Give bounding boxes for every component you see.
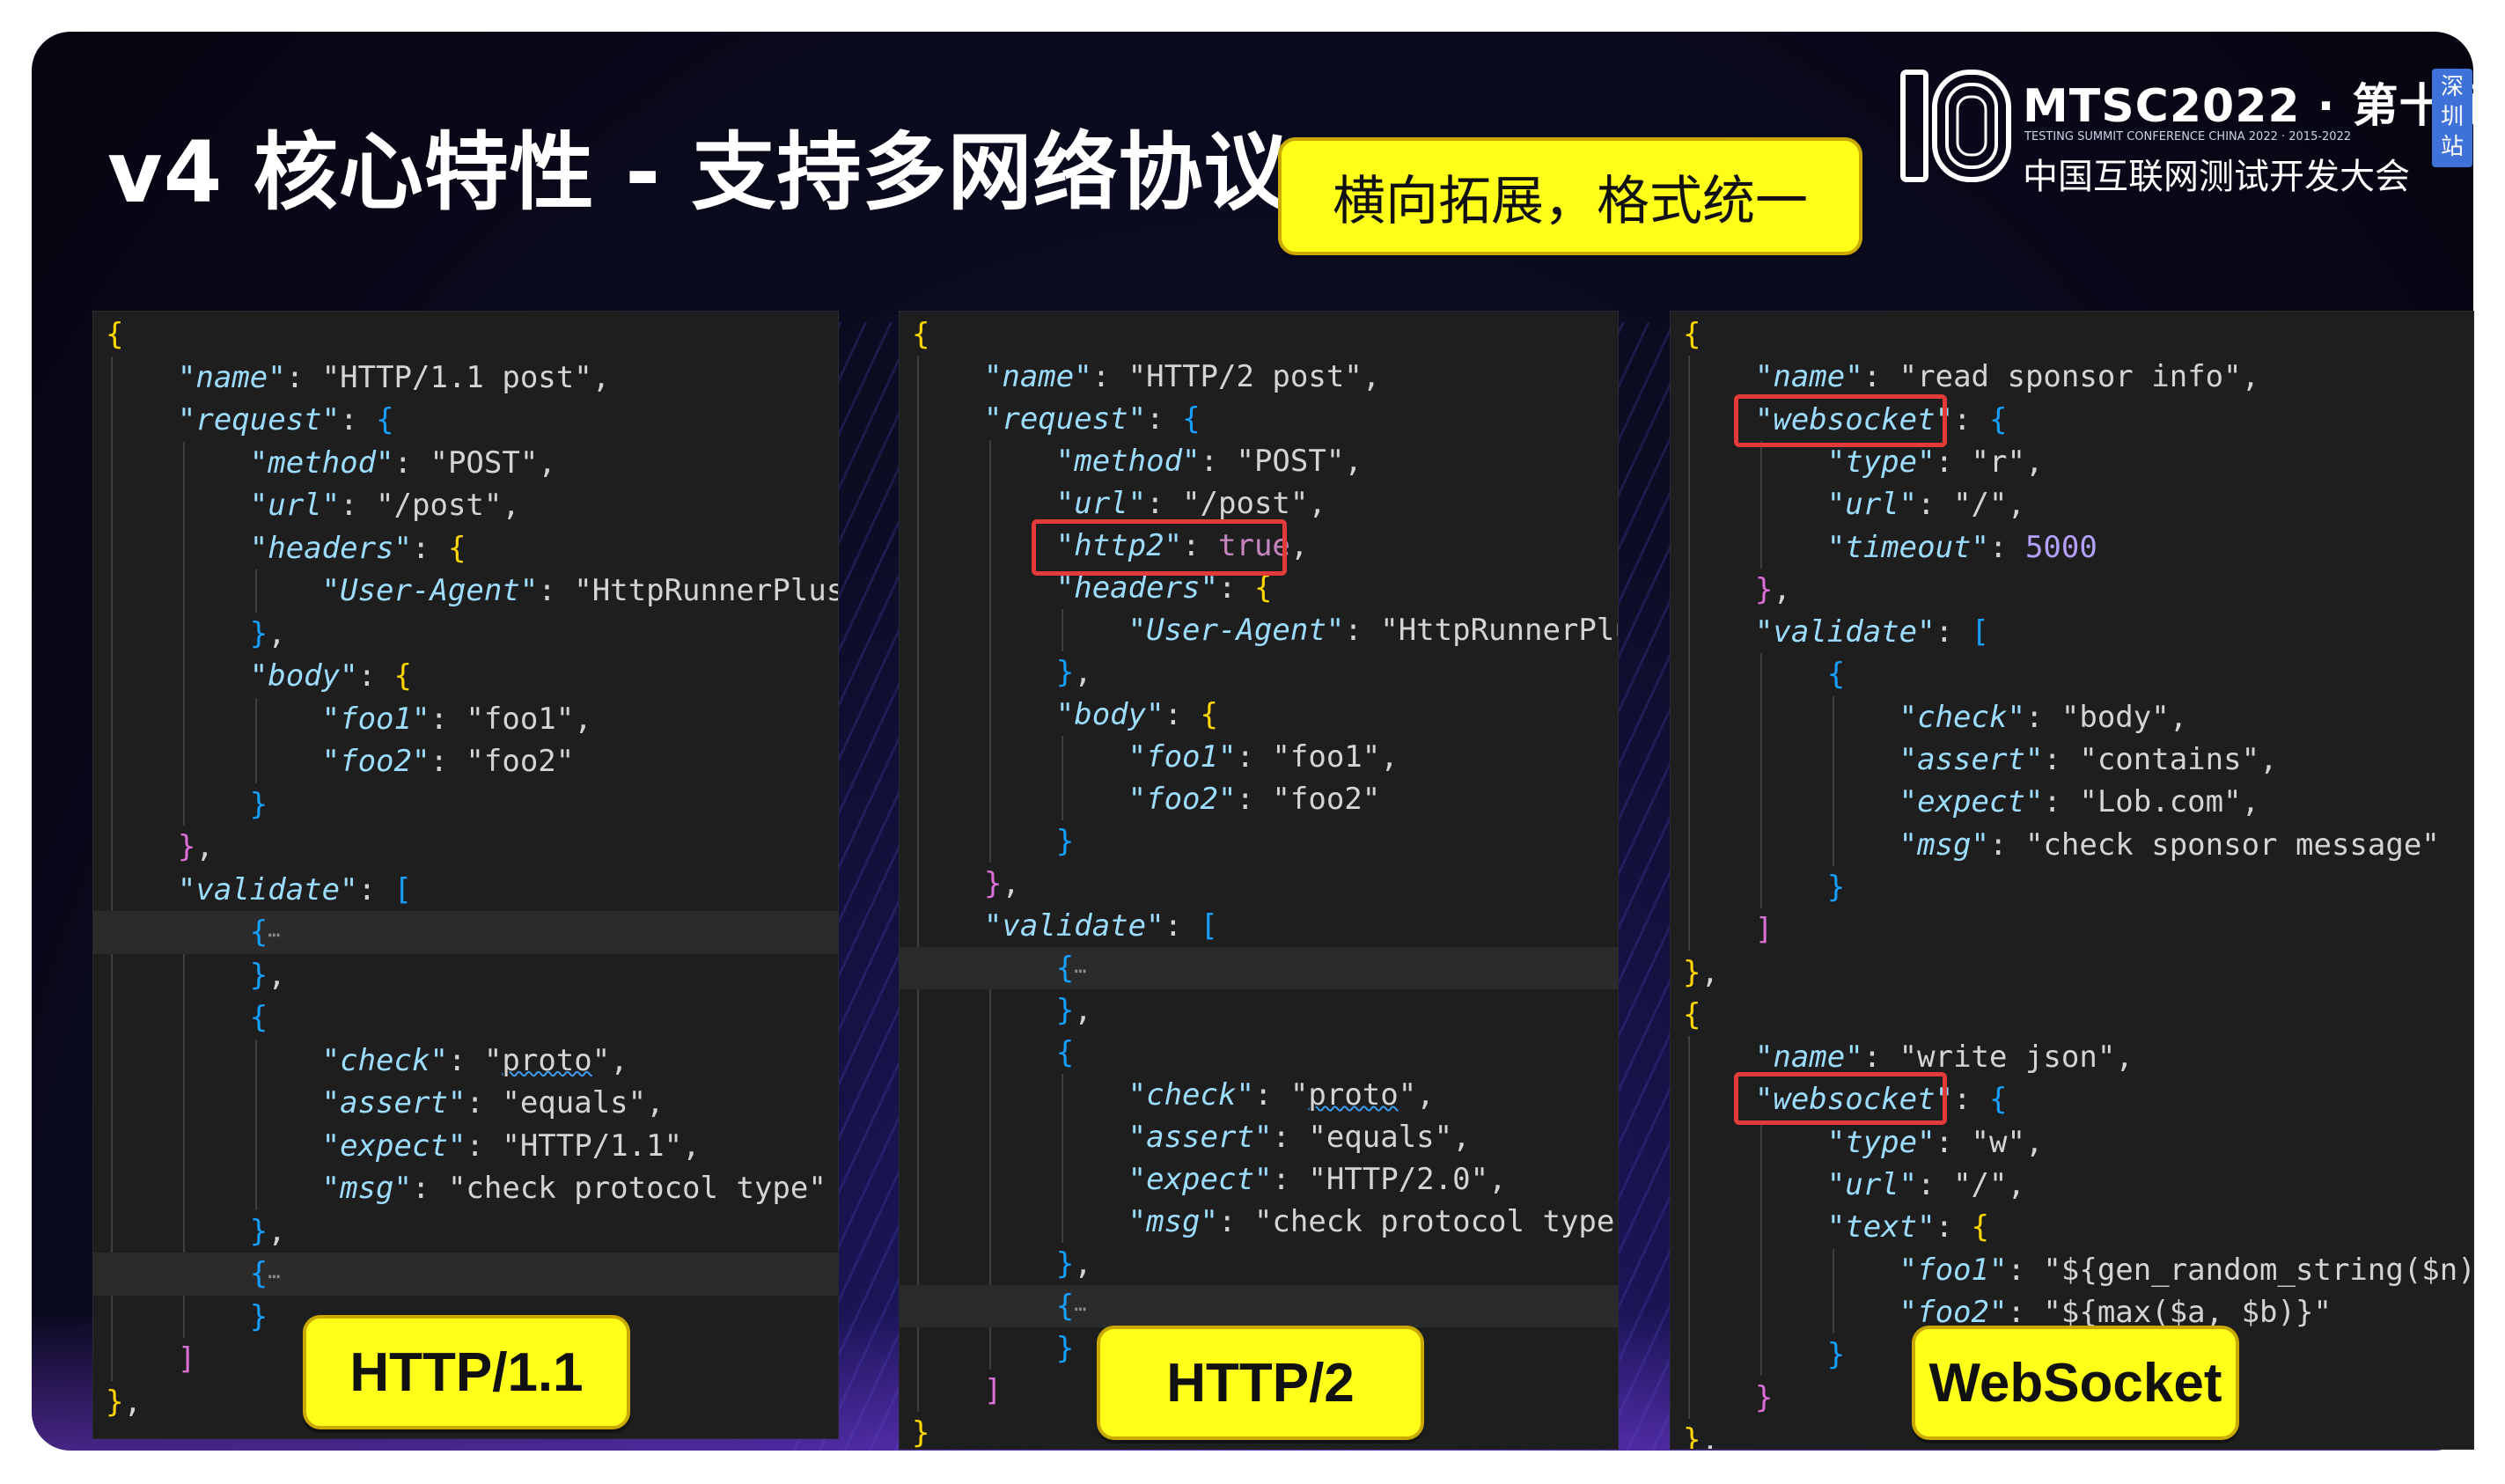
code-line: "body": { — [1055, 697, 1219, 732]
ten-anniversary-logo — [1900, 70, 2011, 182]
code-line: { — [1826, 657, 1846, 693]
code-line: "msg": "check sponsor message" — [1899, 826, 2440, 863]
tag-websocket: WebSocket — [1912, 1326, 2239, 1440]
code-line: "timeout": 5000 — [1826, 529, 2097, 565]
code-line: "headers": { — [249, 530, 466, 566]
code-line: "expect": "HTTP/1.1", — [321, 1128, 701, 1164]
code-line: }, — [249, 615, 286, 651]
code-line: "assert": "equals", — [1128, 1120, 1471, 1155]
code-line: "foo1": "foo1", — [1128, 739, 1399, 775]
code-line: ] — [1754, 912, 1774, 948]
code-line: "check": "proto", — [321, 1042, 628, 1078]
code-line: }, — [177, 829, 214, 864]
code-line: "type": "r", — [1826, 444, 2044, 480]
code-line: "expect": "Lob.com", — [1899, 784, 2260, 820]
highlight-websocket-1 — [1734, 394, 1947, 447]
code-line: {⋯ — [93, 911, 838, 954]
code-line: "User-Agent": "HttpRunnerPlus" — [1128, 613, 1618, 648]
conference-logo: MTSC2022 · 第十届 TESTING SUMMIT CONFERENCE… — [1899, 63, 2473, 204]
code-line: "validate": [ — [1754, 614, 1990, 650]
code-panel-websocket: { "name": "read sponsor info", "websocke… — [1671, 312, 2473, 1449]
code-line: }, — [1055, 655, 1092, 690]
code-line: "request": { — [983, 401, 1201, 437]
slide-title: v4 核心特性 - 支持多网络协议 — [107, 123, 1289, 222]
code-line: { — [106, 317, 124, 352]
code-line: { — [1055, 1035, 1075, 1070]
code-panel-http1: { "name": "HTTP/1.1 post", "request": { … — [93, 312, 838, 1438]
code-line: {⋯ — [900, 947, 1618, 989]
code-line: "body": { — [249, 658, 413, 694]
tag-http2: HTTP/2 — [1097, 1326, 1424, 1440]
code-line: "name": "HTTP/1.1 post", — [177, 359, 611, 395]
code-line: "msg": "check protocol type" — [1128, 1204, 1618, 1239]
code-line: "validate": [ — [177, 871, 413, 907]
highlight-http2 — [1032, 519, 1287, 576]
code-line: "method": "POST", — [1055, 444, 1363, 479]
code-line: "foo1": "foo1", — [321, 701, 592, 737]
code-line: "User-Agent": "HttpRunnerPlus" — [321, 573, 838, 608]
code-line: "url": "/post", — [1055, 486, 1326, 521]
code-line: { — [1683, 996, 1701, 1032]
code-line: "foo1": "${gen_random_string($n)}", — [1899, 1252, 2473, 1288]
code-line: "foo2": "foo2" — [321, 744, 575, 779]
logo-title: MTSC2022 · 第十届 — [2023, 80, 2473, 133]
code-line: { — [249, 1000, 268, 1035]
logo-subtitle: TESTING SUMMIT CONFERENCE CHINA 2022 · 2… — [2024, 130, 2352, 143]
code-line: }, — [1754, 571, 1791, 607]
code-line: }, — [249, 957, 286, 993]
code-line: "request": { — [177, 402, 394, 437]
code-line: }, — [983, 866, 1020, 901]
code-line: {⋯ — [93, 1253, 838, 1296]
logo-badge: 深圳站 — [2432, 69, 2472, 167]
code-panel-http2: { "name": "HTTP/2 post", "request": { "m… — [900, 312, 1618, 1449]
code-line: "check": "body", — [1899, 699, 2188, 735]
code-line: }, — [1055, 1246, 1092, 1282]
tag-http1: HTTP/1.1 — [303, 1315, 630, 1429]
code-line: { — [912, 317, 930, 352]
code-line: "url": "/", — [1826, 1167, 2025, 1202]
code-line: "validate": [ — [983, 908, 1219, 944]
logo-name: 中国互联网测试开发大会 — [2023, 157, 2410, 197]
code-line: }, — [249, 1213, 286, 1249]
highlight-websocket-2 — [1734, 1072, 1947, 1125]
code-line: {⋯ — [900, 1285, 1618, 1327]
code-line: } — [1826, 869, 1846, 905]
code-line: }, — [1055, 993, 1092, 1028]
code-line: "assert": "equals", — [321, 1085, 665, 1120]
code-line: } — [1055, 824, 1075, 859]
code-line: "foo2": "foo2" — [1128, 782, 1381, 817]
code-line: "name": "HTTP/2 post", — [983, 359, 1381, 394]
code-line: "expect": "HTTP/2.0", — [1128, 1162, 1507, 1197]
code-line: { — [1683, 317, 1701, 352]
code-line: "name": "read sponsor info", — [1754, 359, 2260, 395]
code-line: "check": "proto", — [1128, 1077, 1435, 1113]
code-line: "url": "/post", — [249, 488, 520, 523]
code-line: } — [249, 786, 268, 822]
code-line: "assert": "contains", — [1899, 742, 2278, 777]
code-line: }, — [1683, 954, 1719, 990]
code-line: "msg": "check protocol type" — [321, 1171, 826, 1206]
code-line: "url": "/", — [1826, 487, 2025, 523]
callout-banner: 横向拓展，格式统一 — [1278, 137, 1862, 255]
code-line: "method": "POST", — [249, 444, 556, 481]
code-line: "type": "w", — [1826, 1124, 2044, 1160]
code-line: "text": { — [1826, 1209, 1990, 1245]
